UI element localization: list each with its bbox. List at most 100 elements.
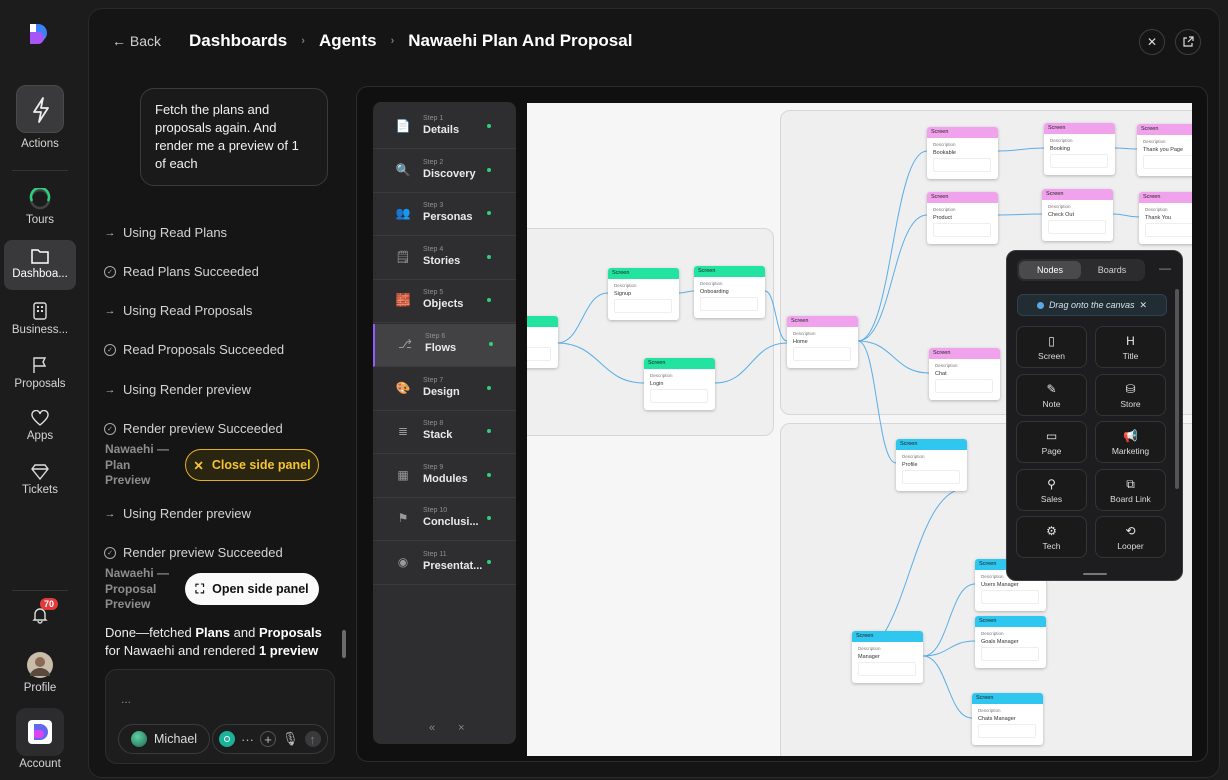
chat-thread: Fetch the plans and proposals again. And… [104,80,344,680]
node-desc-label: Description [981,631,1004,636]
wizard-step[interactable]: ⚑ Step 10 Conclusi... [373,498,516,542]
dashboards-item-content[interactable]: Dashboa... [0,248,80,280]
send-icon[interactable]: ↑ [304,731,321,747]
account-button[interactable] [16,708,64,756]
wizard-step[interactable]: 🗒 Step 4 Stories [373,237,516,280]
palette-item[interactable]: ▭ Page [1016,421,1087,463]
node-desc-label: Description [700,281,723,286]
flow-node[interactable]: Screen Description Goals Manager [975,616,1046,668]
tickets-item[interactable]: Tickets [0,464,80,496]
flow-node[interactable]: Screen Description Signup [608,268,679,320]
wizard-step[interactable]: 🎨 Step 7 Design [373,368,516,411]
status-dot [487,298,491,303]
palette-scrollbar[interactable] [1175,289,1179,489]
tool-step[interactable]: → Using Read Proposals [104,303,253,318]
profile-item[interactable]: Profile [0,652,80,694]
notifications-button[interactable] [0,606,80,628]
apps-item[interactable]: Apps [0,410,80,442]
business-item[interactable]: Business... [0,302,80,336]
tool-step[interactable]: ✓ Render preview Succeeded [104,545,283,560]
tool-step[interactable]: → Using Read Plans [104,225,228,240]
flow-edge [714,342,788,384]
palette-item[interactable]: ⚙ Tech [1016,516,1087,558]
tab-nodes[interactable]: Nodes [1019,261,1081,279]
flow-node[interactable]: Screen Description Booking [1044,123,1115,175]
user-selector[interactable]: Michael [118,724,210,754]
message-input[interactable]: ... [121,692,131,706]
breadcrumb-agents[interactable]: Agents [319,31,377,51]
palette-item[interactable]: 📢 Marketing [1095,421,1166,463]
back-button[interactable]: ← Back [112,33,161,49]
flow-node[interactable]: Screen Description Bookable [927,127,998,179]
flow-node[interactable]: Screen Description Chats Manager [972,693,1043,745]
flow-node[interactable]: Screen Description Product [927,192,998,244]
tool-step[interactable]: ✓ Render preview Succeeded [104,421,283,436]
app-logo[interactable] [28,22,50,53]
plus-icon[interactable]: + [260,731,276,747]
tab-boards[interactable]: Boards [1081,261,1143,279]
palette-item-label: Tech [1042,541,1061,551]
wizard-step[interactable]: ▦ Step 9 Modules [373,455,516,498]
actions-button[interactable] [16,85,64,133]
check-circle-icon: ✓ [104,265,116,278]
wizard-step[interactable]: ◉ Step 11 Presentat... [373,542,516,585]
minimize-icon[interactable]: — [1159,261,1171,275]
flow-node[interactable]: Screen Description Thank you Page [1137,124,1192,176]
drag-handle[interactable] [1083,573,1107,575]
step-label: Presentat... [423,560,483,572]
collapse-controls[interactable]: « × [429,722,475,734]
wizard-step[interactable]: 👥 Step 3 Personas [373,193,516,237]
flow-node[interactable]: Screen Description Thank You [1139,192,1192,244]
node-body [981,647,1039,661]
node-title: Goals Manager [981,639,1019,645]
palette-item[interactable]: ⛁ Store [1095,373,1166,416]
close-button[interactable]: ✕ [1139,29,1165,55]
palette-item-label: Screen [1038,351,1065,361]
palette-item[interactable]: ⧉ Board Link [1095,468,1166,511]
breadcrumb-dashboards[interactable]: Dashboards [189,31,287,51]
step-label: Objects [423,298,464,311]
flow-node[interactable]: Screen Description Manager [852,631,923,683]
node-title: Onboarding [700,289,729,295]
open-external-button[interactable] [1175,29,1201,55]
palette-item[interactable]: ✎ Note [1016,373,1087,416]
flow-node[interactable]: Screen Description Home [787,316,858,368]
wizard-step[interactable]: ⎇ Step 6 Flows [373,324,516,367]
user-avatar [131,731,147,747]
flow-node[interactable]: Screen Description Chat [929,348,1000,400]
close-side-panel-button[interactable]: ✕ Close side panel [185,449,319,481]
more-icon[interactable]: ··· [241,732,254,747]
dismiss-icon[interactable]: ✕ [1140,300,1148,311]
wizard-step[interactable]: ≣ Step 8 Stack [373,411,516,455]
flow-node[interactable]: Screen Description Login [644,358,715,410]
wizard-step[interactable]: 📄 Step 1 Details [373,106,516,149]
model-icon[interactable] [219,731,235,747]
tool-step[interactable]: ✓ Read Proposals Succeeded [104,342,284,357]
palette-item[interactable]: ⟲ Looper [1095,516,1166,558]
palette-item[interactable]: ⚲ Sales [1016,468,1087,511]
tool-step-label: Render preview Succeeded [123,545,283,560]
tool-step[interactable]: → Using Render preview [104,506,251,521]
tool-step[interactable]: ✓ Read Plans Succeeded [104,264,259,279]
wizard-step[interactable]: 🧱 Step 5 Objects [373,280,516,324]
node-desc-label: Description [902,454,925,459]
tool-step[interactable]: → Using Render preview [104,382,251,397]
node-type: Screen [787,316,858,327]
flow-node[interactable]: Screen Description Check Out [1042,189,1113,241]
flow-node[interactable]: Screen Description Profile [896,439,967,491]
palette-item[interactable]: H Title [1095,326,1166,368]
message-composer[interactable]: ... Michael ··· + 🎙 ↑ [105,669,335,764]
drag-hint: Drag onto the canvas ✕ [1017,294,1167,316]
open-side-panel-button[interactable]: ⛶ Open side panel [185,573,319,605]
tours-item[interactable]: Tours [0,188,80,226]
avatar [27,652,53,678]
flow-node[interactable]: Screen Description Onboarding [694,266,765,318]
palette-item[interactable]: ▯ Screen [1016,326,1087,368]
step-number: Step 10 [423,507,448,515]
microphone-icon[interactable]: 🎙 [282,731,299,747]
chat-scrollbar[interactable] [342,630,346,658]
node-type: Screen [972,693,1043,704]
proposals-item[interactable]: Proposals [0,356,80,390]
flow-node[interactable] [527,316,558,368]
wizard-step[interactable]: 🔍 Step 2 Discovery [373,150,516,193]
